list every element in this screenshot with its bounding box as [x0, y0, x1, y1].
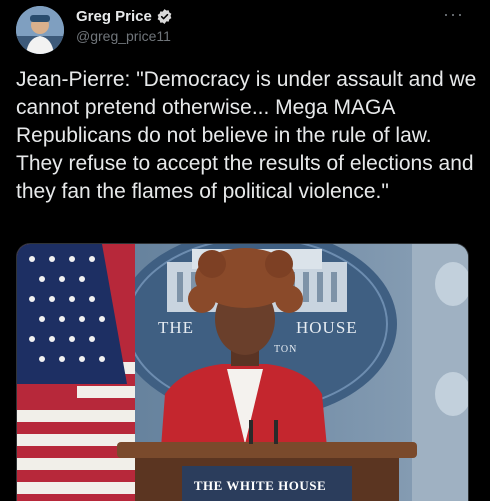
tweet-card: Greg Price @greg_price11 ··· Jean-Pierre…: [0, 0, 490, 501]
author-block: Greg Price @greg_price11: [76, 8, 173, 44]
display-name[interactable]: Greg Price: [76, 8, 152, 25]
tweet-text: Jean-Pierre: "Democracy is under assault…: [16, 68, 477, 203]
user-handle[interactable]: @greg_price11: [76, 28, 173, 44]
backdrop-seal-text-right: HOUSE: [296, 318, 358, 337]
name-row: Greg Price: [76, 8, 173, 25]
avatar-photo: [16, 6, 64, 54]
backdrop-seal-text-bottom: TON: [274, 344, 298, 355]
press-briefing-photo: [17, 244, 468, 501]
tweet-media-image[interactable]: [16, 243, 469, 501]
avatar[interactable]: [16, 6, 64, 54]
more-options-icon[interactable]: ···: [443, 4, 464, 25]
podium-sign-text: THE WHITE HOUSE: [193, 478, 327, 493]
verified-badge-icon: [156, 8, 173, 25]
backdrop-seal-text-left: THE: [158, 318, 195, 337]
